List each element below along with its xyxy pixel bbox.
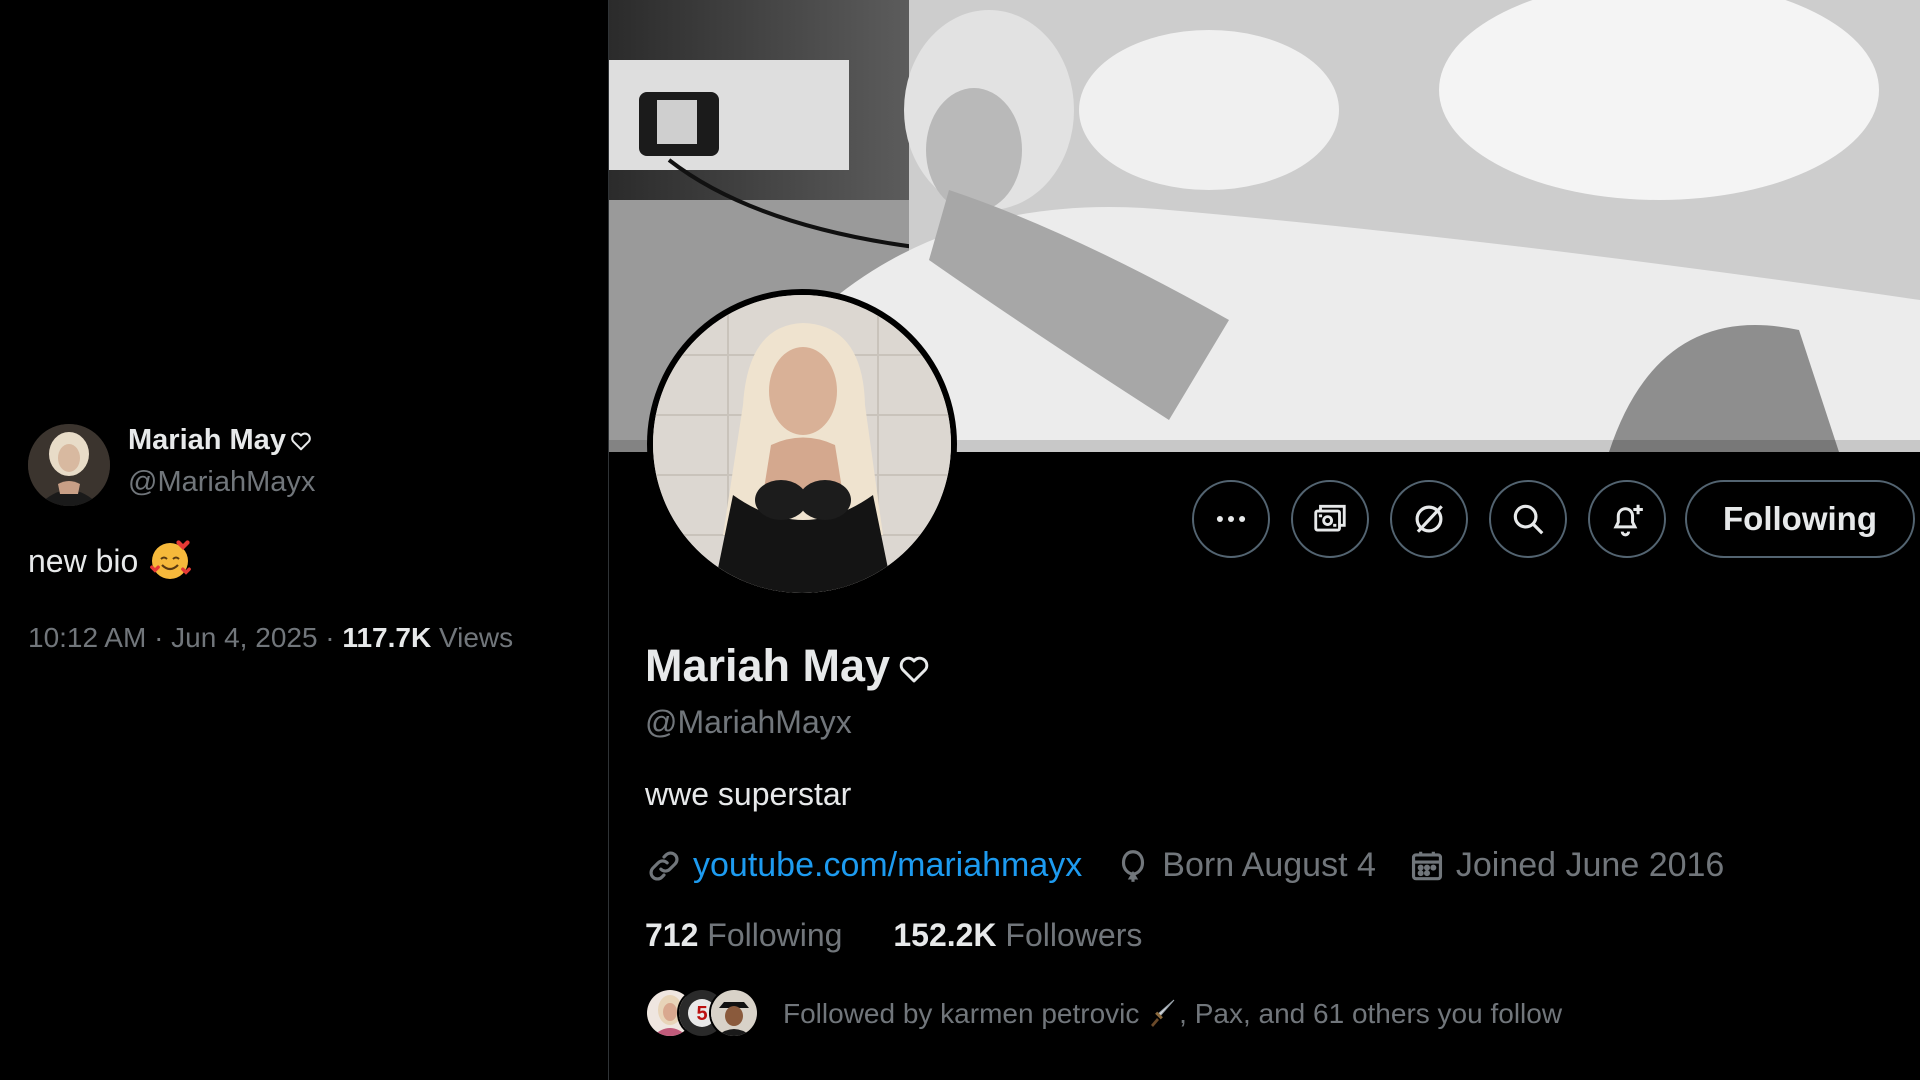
tweet-author-name[interactable]: Mariah May [128,424,312,457]
tweet-meta: 10:12 AM · Jun 4, 2025 · 117.7K Views [28,622,513,654]
profile-birthday-text: Born August 4 [1162,846,1376,884]
profile-website[interactable]: youtube.com/mariahmayx [645,846,1082,885]
subscribe-button[interactable] [1291,480,1369,558]
profile-stats: 712 Following 152.2K Followers [645,917,1184,954]
tweet-author-handle[interactable]: @MariahMayx [128,466,315,499]
link-icon [649,851,679,880]
profile-avatar[interactable] [647,289,957,599]
calendar-icon [1411,851,1442,880]
tweet-text: new bio [28,538,192,582]
profile-info: youtube.com/mariahmayx Born August 4 Joi… [645,846,1756,885]
heart-icon [291,432,311,451]
dagger-icon [1151,999,1175,1027]
tweet-author-avatar[interactable] [28,424,110,506]
profile-website-link[interactable]: youtube.com/mariahmayx [693,846,1082,885]
followers-label: Followers [996,917,1143,953]
tweet-views-count: 117.7K [342,622,432,653]
followers-count: 152.2K [893,917,997,953]
notify-icon [1613,504,1643,537]
following-count-link[interactable]: 712 Following [645,917,842,953]
grok-icon [1415,505,1443,533]
profile-name: Mariah May [645,640,930,692]
balloon-icon [1122,849,1145,882]
profile-name-text: Mariah May [645,640,891,691]
heart-icon [899,656,929,683]
svg-text:5: 5 [696,1003,707,1025]
followed-by-others: , Pax, and 61 others you follow [1179,997,1563,1029]
tweet-views-label: Views [431,622,514,653]
tweet-timestamp[interactable]: 10:12 AM · Jun 4, 2025 · [28,622,342,653]
tweet-text-content: new bio [28,543,139,579]
search-profile-button[interactable] [1489,480,1567,558]
followers-count-link[interactable]: 152.2K Followers [893,917,1142,953]
following-button[interactable]: Following [1685,480,1915,558]
notify-button[interactable] [1588,480,1666,558]
search-icon [1513,504,1544,535]
profile-joined: Joined June 2016 [1408,846,1724,885]
subscribe-icon [1314,504,1346,532]
more-icon [1216,515,1246,523]
profile-bio: wwe superstar [645,776,852,812]
grok-button[interactable] [1390,480,1468,558]
follower-avatar [709,988,759,1038]
profile-birthday: Born August 4 [1114,846,1376,885]
followed-by-text: Followed by karmen petrovic , Pax, and 6… [783,997,1562,1030]
more-button[interactable] [1192,480,1270,558]
smiling-face-with-hearts-icon [150,540,192,579]
profile-handle: @MariahMayx [645,704,852,740]
profile-joined-text: Joined June 2016 [1455,846,1725,884]
following-count: 712 [645,917,699,953]
following-label: Following [698,917,843,953]
tweet-author-name-text[interactable]: Mariah May [128,424,286,456]
followed-by[interactable]: 5 Followed by karmen petrovic , Pax, and… [645,985,1562,1041]
followed-by-names: Followed by karmen petrovic [783,997,1140,1029]
